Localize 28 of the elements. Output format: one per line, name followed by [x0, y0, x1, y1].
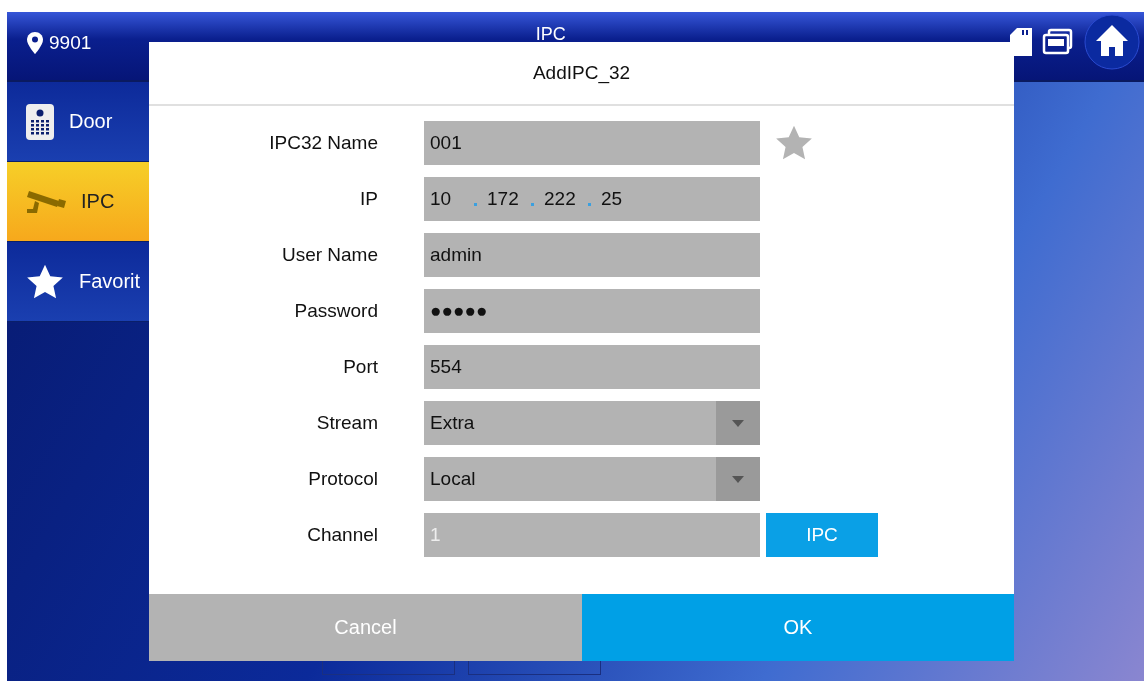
star-icon[interactable]	[774, 124, 814, 162]
room-number: 9901	[49, 32, 92, 54]
field-label: User Name	[280, 244, 378, 266]
caret-icon	[732, 475, 744, 483]
page-title: IPC	[535, 24, 566, 45]
dropdown-field[interactable]: Local	[424, 457, 760, 501]
monitor-windows-icon[interactable]	[1042, 28, 1074, 56]
field-label: Protocol	[307, 468, 378, 490]
caret-icon	[732, 419, 744, 427]
field-label: Stream	[315, 412, 378, 434]
sidebar-item[interactable]: Favorit	[7, 242, 149, 322]
ip-address-field[interactable]: 10 172 222 25	[424, 177, 760, 221]
input-field[interactable]: ●●●●●	[424, 289, 760, 333]
field-label: Port	[342, 356, 378, 378]
sidebar-item[interactable]: Door	[7, 82, 149, 162]
field-label: IPC32 Name	[268, 132, 378, 154]
field-label: Channel	[306, 524, 378, 546]
dropdown-field[interactable]: Extra	[424, 401, 760, 445]
field-label: Password	[293, 300, 378, 322]
input-field[interactable]: 001	[424, 121, 760, 165]
location-pin-icon	[27, 32, 43, 54]
sidebar-item[interactable]: IPC	[7, 162, 149, 242]
input-field[interactable]: 554	[424, 345, 760, 389]
home-icon[interactable]	[1084, 14, 1140, 70]
door-station-icon	[25, 102, 55, 141]
field-label: IP	[359, 188, 378, 210]
dialog-title: AddIPC_32	[532, 62, 631, 84]
input-field[interactable]: admin	[424, 233, 760, 277]
